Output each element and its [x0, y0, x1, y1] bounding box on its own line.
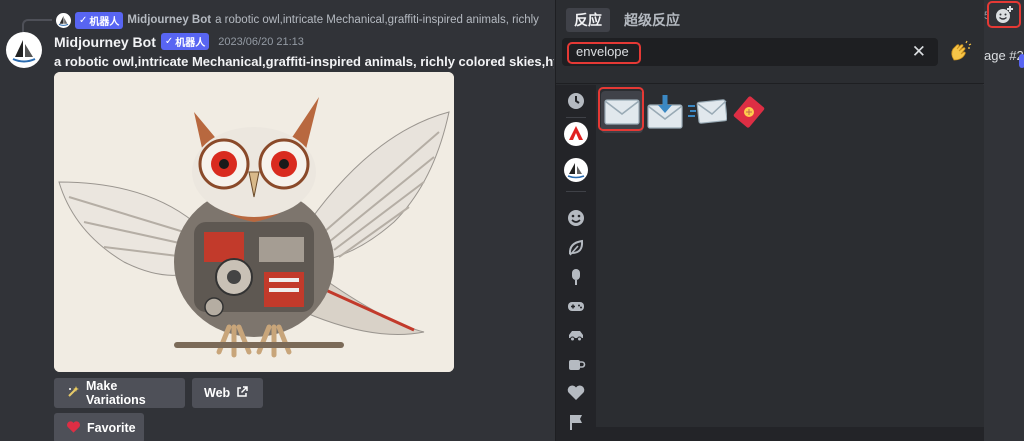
prompt-text: a robotic owl,intricate Mechanical,graff…	[54, 54, 554, 69]
emoji-incoming-envelope[interactable]	[686, 91, 728, 133]
author-avatar[interactable]	[6, 32, 42, 68]
selection-highlight-box	[598, 87, 644, 131]
bot-tag: ✓ 机器人	[160, 33, 210, 50]
check-icon: ✓	[79, 14, 88, 26]
skin-tone-selector[interactable]	[946, 38, 974, 66]
right-edge-text: age #2	[984, 48, 1024, 63]
car-icon[interactable]	[564, 323, 588, 347]
heart-icon[interactable]	[564, 381, 588, 405]
tab-reactions[interactable]: 反应	[566, 8, 610, 32]
reply-bot-tag-label: 机器人	[89, 16, 120, 28]
author-name[interactable]: Midjourney Bot	[54, 34, 156, 50]
add-reaction-button[interactable]	[987, 1, 1021, 28]
web-label: Web	[204, 386, 231, 400]
reply-text: a robotic owl,intricate Mechanical,graff…	[215, 14, 539, 26]
clear-search-icon[interactable]: ✕	[912, 43, 926, 60]
server-a-icon[interactable]	[564, 122, 588, 146]
ice-pop-icon[interactable]	[564, 265, 588, 289]
server-sailboat-icon[interactable]	[564, 158, 588, 182]
timestamp: 2023/06/20 21:13	[218, 35, 304, 48]
smile-icon[interactable]	[564, 206, 588, 230]
leaf-icon[interactable]	[564, 236, 588, 260]
rail-separator	[566, 117, 586, 118]
envelope-with-arrow-icon	[647, 95, 683, 129]
flag-icon[interactable]	[564, 410, 588, 434]
reply-reference[interactable]: ✓ 机器人 Midjourney Bot a robotic owl,intric…	[56, 11, 556, 29]
emoji-results-grid	[596, 85, 984, 441]
emoji-search-input[interactable]: envelope ✕	[562, 38, 938, 66]
emoji-envelope-with-arrow[interactable]	[644, 91, 686, 133]
make-variations-button[interactable]: Make Variations	[54, 378, 185, 408]
right-edge-indicator	[1019, 54, 1024, 68]
emoji-red-envelope[interactable]	[728, 91, 770, 133]
web-link-button[interactable]: Web	[192, 378, 263, 408]
reply-connector	[22, 19, 52, 33]
gamepad-icon[interactable]	[564, 294, 588, 318]
rail-separator	[566, 191, 586, 192]
category-rail	[556, 85, 596, 441]
clock-icon[interactable]	[564, 89, 588, 113]
reply-author[interactable]: Midjourney Bot	[127, 14, 211, 26]
favorite-button[interactable]: Favorite	[54, 413, 144, 441]
red-envelope-icon	[733, 96, 765, 128]
coffee-icon[interactable]	[564, 352, 588, 376]
external-link-icon	[236, 385, 248, 401]
check-icon: ✓	[164, 36, 174, 47]
tab-super-reactions[interactable]: 超级反应	[616, 8, 688, 32]
make-variations-label: Make Variations	[86, 379, 146, 407]
clapping-hands-icon	[951, 40, 972, 61]
reply-bot-tag: ✓ 机器人	[75, 11, 124, 29]
sparkles-icon	[66, 385, 80, 402]
message-header: Midjourney Bot ✓ 机器人 2023/06/20 21:13	[54, 33, 304, 50]
picker-header: 反应 超级反应 envelope ✕	[556, 0, 984, 84]
grid-footer	[596, 427, 984, 441]
robotic-owl-illustration	[54, 72, 454, 372]
generated-owl-image[interactable]	[54, 72, 454, 372]
favorite-label: Favorite	[87, 421, 136, 435]
search-value: envelope	[576, 44, 629, 59]
bot-tag-label: 机器人	[175, 38, 206, 49]
reaction-picker: 反应 超级反应 envelope ✕	[555, 0, 984, 441]
reply-avatar	[56, 12, 71, 28]
incoming-envelope-icon	[688, 99, 727, 124]
heart-icon	[66, 420, 81, 437]
add-reaction-icon	[996, 5, 1013, 23]
